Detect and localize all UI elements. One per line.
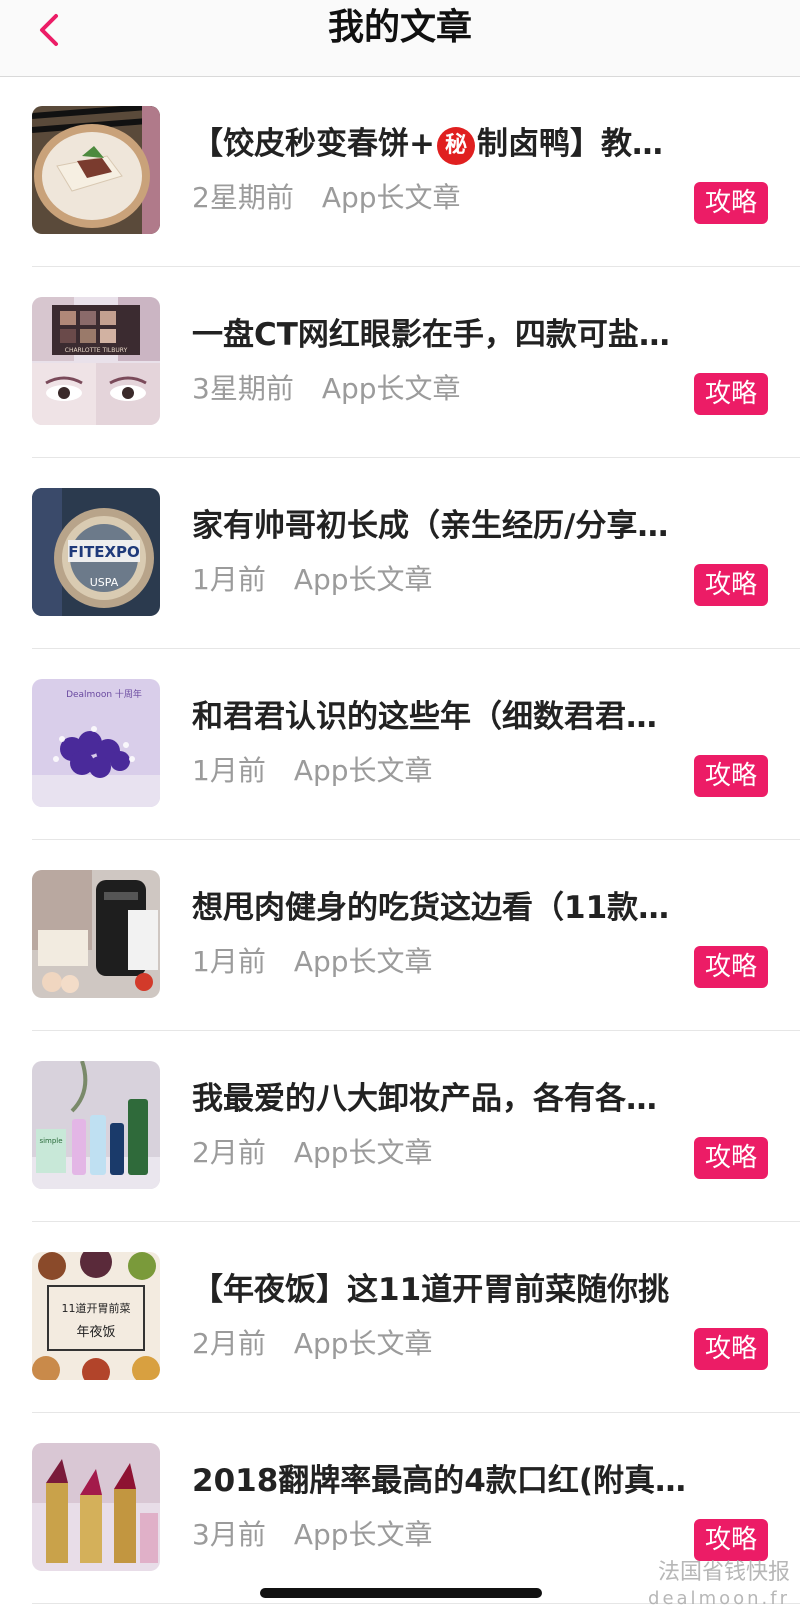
article-title: 家有帅哥初长成（亲生经历/分享…	[192, 508, 669, 544]
secret-badge: 秘	[436, 127, 475, 165]
page-title: 我的文章	[327, 7, 472, 48]
category-tag: 攻略	[694, 373, 768, 415]
article-title: 2018翻牌率最高的4款口红(附真…	[192, 1463, 687, 1499]
category-tag: 攻略	[694, 564, 768, 606]
article-time: 3星期前	[192, 372, 294, 405]
article-source: App长文章	[293, 563, 433, 596]
article-row[interactable]: Dealmoon 十周年 和君君认识的这些年（细数君君… 1月前 App长文章 攻…	[0, 649, 800, 840]
article-time: 1月前	[192, 563, 266, 596]
article-source: App长文章	[293, 754, 433, 787]
article-thumbnail	[32, 1443, 160, 1571]
article-time: 2月前	[192, 1136, 266, 1169]
article-title: 想甩肉健身的吃货这边看（11款…	[192, 890, 670, 926]
article-thumbnail	[32, 106, 160, 234]
article-thumbnail: FITEXPO USPA	[32, 488, 160, 616]
article-source: App长文章	[321, 181, 461, 214]
article-row[interactable]: 11道开胃前菜 年夜饭 【年夜饭】这11道开胃前菜随你挑 2月前 App长文章 攻…	[0, 1222, 800, 1413]
article-time: 1月前	[192, 754, 266, 787]
article-thumbnail: CHARLOTTE TILBURY	[32, 297, 160, 425]
thumb-text: USPA	[90, 576, 119, 589]
thumb-text: 11道开胃前菜	[62, 1301, 131, 1315]
article-list: 【饺皮秒变春饼+ 秘制卤鸭】教… 2星期前 App长文章 攻略 CHARLOTTE …	[0, 76, 800, 1604]
article-time: 1月前	[192, 945, 266, 978]
article-time: 3月前	[192, 1518, 266, 1551]
nav-bar: 我的文章	[0, 0, 800, 77]
thumb-text: FITEXPO	[68, 543, 140, 561]
article-meta: 2星期前 App长文章	[192, 180, 461, 216]
article-thumbnail: 11道开胃前菜 年夜饭	[32, 1252, 160, 1380]
article-title: 和君君认识的这些年（细数君君…	[192, 699, 657, 735]
article-source: App长文章	[293, 1136, 433, 1169]
category-tag: 攻略	[694, 755, 768, 797]
article-thumbnail: Dealmoon 十周年	[32, 679, 160, 807]
article-meta: 2月前 App长文章	[192, 1326, 433, 1362]
article-source: App长文章	[321, 372, 461, 405]
category-tag: 攻略	[694, 946, 768, 988]
article-title: 一盘CT网红眼影在手，四款可盐…	[192, 317, 670, 353]
article-thumbnail: simple	[32, 1061, 160, 1189]
home-indicator[interactable]	[260, 1588, 542, 1598]
article-meta: 3月前 App长文章	[192, 1517, 433, 1553]
watermark-line: 法国省钱快报	[657, 1560, 790, 1585]
article-title-part: 【饺皮秒变春饼+	[192, 126, 435, 162]
category-tag: 攻略	[694, 1137, 768, 1179]
article-meta: 1月前 App长文章	[192, 944, 433, 980]
thumb-text: 年夜饭	[76, 1325, 115, 1340]
category-tag: 攻略	[694, 1328, 768, 1370]
article-row[interactable]: 【饺皮秒变春饼+ 秘制卤鸭】教… 2星期前 App长文章 攻略	[0, 76, 800, 267]
category-tag: 攻略	[694, 182, 768, 224]
thumb-text: simple	[39, 1137, 62, 1145]
article-row[interactable]: 想甩肉健身的吃货这边看（11款… 1月前 App长文章 攻略	[0, 840, 800, 1031]
watermark: 法国省钱快报 dealmoon.fr	[648, 1560, 790, 1612]
article-source: App长文章	[293, 1327, 433, 1360]
article-source: App长文章	[293, 945, 433, 978]
category-tag: 攻略	[694, 1519, 768, 1561]
article-meta: 1月前 App长文章	[192, 562, 433, 598]
article-title: 【年夜饭】这11道开胃前菜随你挑	[192, 1272, 670, 1308]
thumb-text: CHARLOTTE TILBURY	[65, 347, 128, 354]
article-meta: 1月前 App长文章	[192, 753, 433, 789]
article-time: 2星期前	[192, 181, 294, 214]
article-title-part: 制卤鸭】教…	[476, 126, 663, 162]
article-row[interactable]: simple 我最爱的八大卸妆产品，各有各… 2月前 App长文章 攻略	[0, 1031, 800, 1222]
article-meta: 3星期前 App长文章	[192, 371, 461, 407]
article-title: 我最爱的八大卸妆产品，各有各…	[192, 1081, 657, 1117]
watermark-line: dealmoon.fr	[648, 1588, 790, 1609]
article-title: 【饺皮秒变春饼+ 秘制卤鸭】教…	[192, 124, 722, 165]
article-time: 2月前	[192, 1327, 266, 1360]
article-row[interactable]: CHARLOTTE TILBURY 一盘CT网红眼影在手，四款可盐… 3星期前 A…	[0, 267, 800, 458]
article-meta: 2月前 App长文章	[192, 1135, 433, 1171]
article-row[interactable]: FITEXPO USPA 家有帅哥初长成（亲生经历/分享… 1月前 App长文章 …	[0, 458, 800, 649]
article-source: App长文章	[293, 1518, 433, 1551]
thumb-text: Dealmoon 十周年	[66, 688, 142, 700]
article-thumbnail	[32, 870, 160, 998]
